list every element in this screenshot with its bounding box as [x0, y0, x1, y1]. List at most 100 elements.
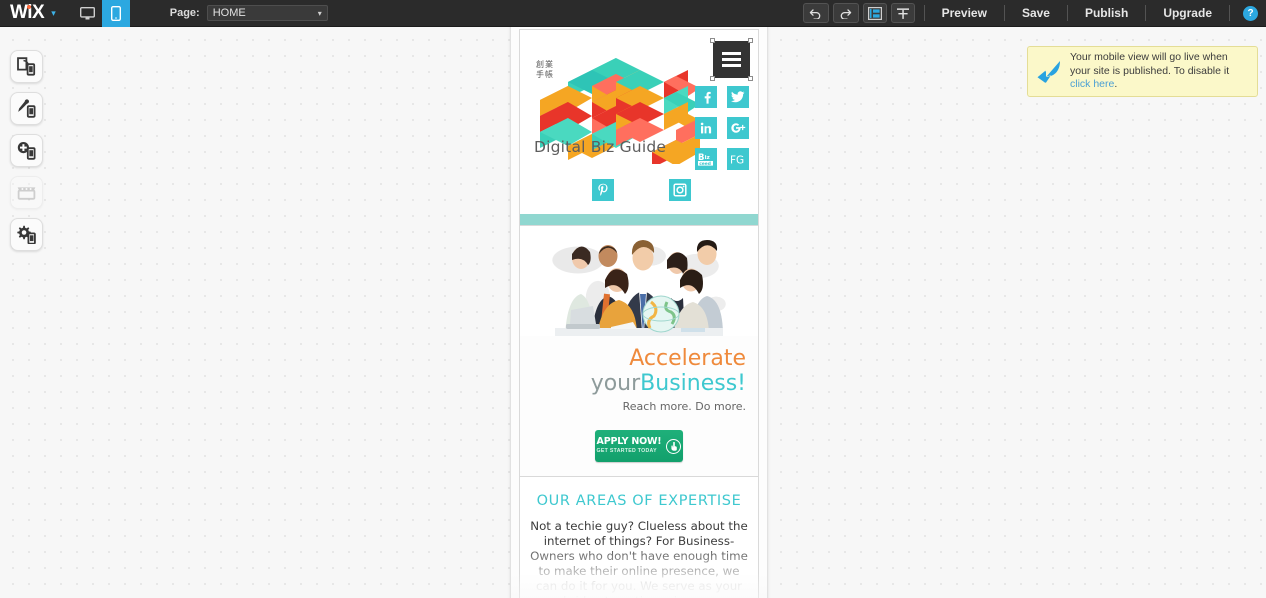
pinterest-glyph: [598, 183, 608, 196]
hero-title-business: Business!: [640, 371, 746, 396]
twitter-icon[interactable]: [727, 86, 749, 108]
align-tools-icon: [896, 7, 909, 19]
page-selector: Page: HOME ▾: [170, 5, 328, 21]
googleplus-icon[interactable]: [727, 117, 749, 139]
expertise-heading: OUR AREAS OF EXPERTISE: [536, 493, 742, 509]
svg-text:ceed: ceed: [699, 161, 711, 167]
sidebar-item-design-mobile[interactable]: [10, 92, 43, 125]
chevron-down-icon: ▾: [317, 8, 322, 18]
redo-icon: [840, 8, 852, 19]
apply-now-button[interactable]: APPLY NOW! GET STARTED TODAY: [595, 430, 683, 462]
hand-pointer-glyph: [671, 441, 677, 451]
wix-editor-window: WiX ▾ Page: HOME ▾ Preview Save Publish …: [0, 0, 1266, 598]
mobile-view-notification: Your mobile view will go live when your …: [1027, 46, 1258, 97]
hamburger-bar: [722, 58, 741, 61]
left-toolbar: [10, 50, 43, 251]
logo-wordmark: Digital Biz Guide: [534, 138, 667, 156]
facebook-icon[interactable]: [695, 86, 717, 108]
hamburger-bar: [722, 52, 741, 55]
fg-glyph: FG: [730, 154, 744, 166]
hero-heading: Accelerate yourBusiness! Reach more. Do …: [520, 336, 758, 413]
upgrade-button[interactable]: Upgrade: [1153, 0, 1222, 27]
wix-logo[interactable]: WiX: [0, 2, 45, 24]
undo-icon: [809, 8, 821, 19]
googleplus-glyph: [730, 123, 745, 133]
app-market-icon: [17, 187, 36, 200]
linkedin-icon[interactable]: [695, 117, 717, 139]
logo-japanese-text: 創業 手帳: [536, 60, 554, 80]
instagram-glyph: [673, 183, 687, 197]
sidebar-item-pages-mobile[interactable]: [10, 50, 43, 83]
hero-title-line1: Accelerate: [629, 346, 746, 371]
sidebar-item-add-mobile[interactable]: [10, 134, 43, 167]
undo-button[interactable]: [802, 3, 829, 23]
facebook-glyph: [704, 91, 711, 104]
selection-handle[interactable]: [710, 76, 715, 81]
instagram-icon[interactable]: [669, 179, 691, 201]
hero-title-your: your: [590, 371, 641, 396]
mobile-view-button[interactable]: [101, 0, 130, 27]
sidebar-item-settings-mobile[interactable]: [10, 218, 43, 251]
bizseed-glyph: B iz ceed: [697, 153, 713, 167]
hero-section: Accelerate yourBusiness! Reach more. Do …: [520, 226, 758, 476]
hand-pointer-icon: [666, 438, 682, 454]
hero-subtitle: Reach more. Do more.: [622, 400, 746, 413]
mobile-preview-frame: 創業 手帳 Digital Biz Guide B iz ceed FG Acc…: [511, 5, 767, 598]
top-toolbar-right: Preview Save Publish Upgrade ?: [801, 0, 1266, 27]
business-team-photo: [555, 240, 723, 336]
page-dropdown[interactable]: HOME ▾: [206, 5, 328, 21]
settings-gear-mobile-icon: [17, 225, 36, 244]
desktop-view-button[interactable]: [74, 0, 102, 27]
hero-cta-wrapper: APPLY NOW! GET STARTED TODAY: [520, 430, 758, 462]
notification-period: .: [1114, 78, 1118, 91]
help-button[interactable]: ?: [1243, 5, 1258, 21]
site-logo[interactable]: 創業 手帳 Digital Biz Guide: [528, 52, 703, 168]
sidebar-item-app-market[interactable]: [10, 176, 43, 209]
toolbar-divider: [1003, 5, 1005, 21]
fg-icon[interactable]: FG: [727, 148, 749, 170]
twitter-glyph: [731, 91, 745, 103]
notification-arrow: [1036, 60, 1062, 83]
curved-arrow-icon: [1037, 60, 1060, 83]
hamburger-menu-icon[interactable]: [710, 38, 753, 81]
social-icons-grid: B iz ceed FG: [695, 86, 749, 170]
selection-handle[interactable]: [748, 76, 753, 81]
save-button[interactable]: Save: [1012, 0, 1060, 27]
preview-button[interactable]: Preview: [932, 0, 997, 27]
layout-tools-icon: [867, 6, 882, 20]
svg-text:FG: FG: [730, 154, 744, 166]
expertise-body-text: Not a techie guy? Clueless about the int…: [530, 519, 748, 598]
selection-handle[interactable]: [748, 38, 753, 43]
bizseed-icon[interactable]: B iz ceed: [695, 148, 717, 170]
paint-roller-mobile-icon: [18, 99, 36, 118]
layout-tools-button[interactable]: [862, 3, 887, 23]
pinterest-icon[interactable]: [592, 179, 614, 201]
page-dropdown-value: HOME: [212, 7, 246, 19]
monitor-icon: [80, 6, 96, 19]
hamburger-bar: [722, 64, 741, 67]
page-selector-label: Page:: [169, 7, 200, 19]
expertise-section: OUR AREAS OF EXPERTISE Not a techie guy?…: [520, 477, 758, 598]
logo-jp-line1: 創業: [536, 60, 554, 69]
apply-now-text: APPLY NOW! GET STARTED TODAY: [597, 437, 662, 455]
social-icons-row-2: [592, 179, 691, 201]
selection-handle[interactable]: [710, 38, 715, 43]
notification-line-1: Your mobile view will go live when: [1070, 51, 1228, 64]
redo-button[interactable]: [832, 3, 859, 23]
site-header-section: 創業 手帳 Digital Biz Guide B iz ceed FG: [520, 30, 758, 214]
toolbar-divider: [1066, 5, 1068, 21]
linkedin-glyph: [700, 122, 712, 134]
notification-line-2: your site is published. To disable it: [1070, 64, 1230, 77]
mobile-icon: [110, 5, 121, 21]
device-toggle-group: [74, 0, 130, 27]
mobile-site-viewport[interactable]: 創業 手帳 Digital Biz Guide B iz ceed FG Acc…: [519, 29, 759, 598]
pages-mobile-icon: [17, 57, 36, 76]
svg-text:iz: iz: [704, 155, 709, 161]
logo-jp-line2: 手帳: [536, 70, 554, 79]
top-toolbar: WiX ▾ Page: HOME ▾ Preview Save Publish …: [0, 0, 1266, 27]
align-tools-button[interactable]: [890, 3, 915, 23]
wix-menu-caret-icon[interactable]: ▾: [51, 8, 56, 19]
publish-button[interactable]: Publish: [1075, 0, 1138, 27]
apply-now-label: APPLY NOW!: [596, 436, 662, 447]
disable-mobile-view-link[interactable]: click here: [1070, 78, 1114, 90]
